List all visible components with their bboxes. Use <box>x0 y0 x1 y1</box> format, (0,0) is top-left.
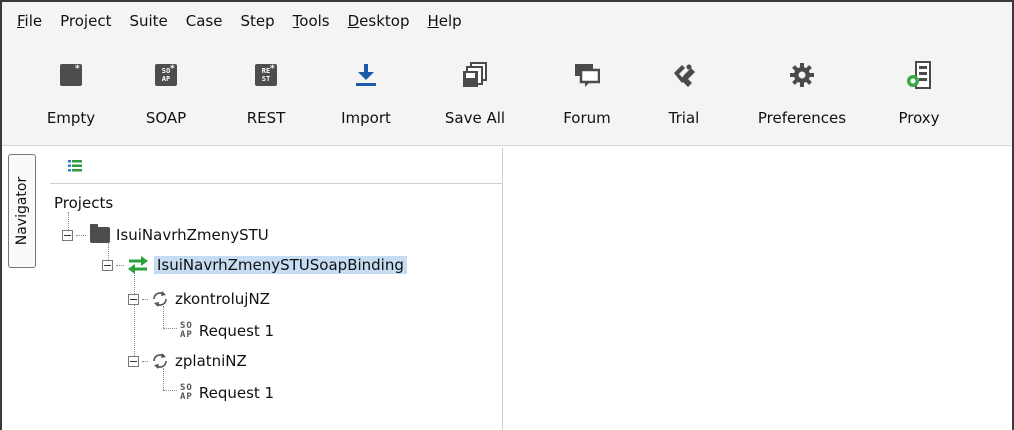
editor-area <box>504 148 1012 430</box>
soap-button[interactable]: * SO AP SOAP <box>136 40 196 146</box>
folder-icon <box>90 224 110 243</box>
empty-project-icon: * <box>55 59 87 91</box>
tree-item-operation[interactable]: zkontrolujNZ <box>128 284 270 314</box>
proxy-button[interactable]: Proxy <box>886 40 952 146</box>
speech-bubbles-icon <box>571 59 603 91</box>
operation-cycle-icon <box>153 353 167 369</box>
collapse-toggle[interactable] <box>128 355 139 367</box>
navigator-toolbar <box>50 148 503 184</box>
save-all-button[interactable]: Save All <box>430 40 520 146</box>
trial-icon <box>668 59 700 91</box>
collapse-toggle[interactable] <box>62 229 73 241</box>
collapse-toggle[interactable] <box>128 293 139 305</box>
menu-help[interactable]: Help <box>418 2 470 40</box>
operation-cycle-icon <box>153 291 167 307</box>
main-toolbar: * Empty * SO AP SOAP * RE ST REST Import… <box>2 40 1012 146</box>
rest-button[interactable]: * RE ST REST <box>236 40 296 146</box>
navigator-panel: Projects IsuiNavrhZmenySTU IsuiNavrhZmen… <box>50 148 503 430</box>
menu-step[interactable]: Step <box>231 2 283 40</box>
soap-request-icon: SO AP <box>180 321 193 340</box>
tree-item-binding[interactable]: IsuiNavrhZmenySTUSoapBinding <box>102 250 407 280</box>
menu-bar: File Project Suite Case Step Tools Deskt… <box>2 2 1012 40</box>
menu-project[interactable]: Project <box>51 2 120 40</box>
empty-button[interactable]: * Empty <box>36 40 106 146</box>
preferences-button[interactable]: Preferences <box>742 40 862 146</box>
menu-tools[interactable]: Tools <box>284 2 339 40</box>
forum-button[interactable]: Forum <box>552 40 622 146</box>
soap-request-icon: SO AP <box>180 383 193 402</box>
save-all-icon <box>459 59 491 91</box>
menu-case[interactable]: Case <box>177 2 232 40</box>
interface-binding-icon <box>128 256 148 274</box>
application-window: File Project Suite Case Step Tools Deskt… <box>0 0 1014 430</box>
list-view-icon[interactable] <box>68 160 82 172</box>
trial-button[interactable]: Trial <box>654 40 714 146</box>
menu-desktop[interactable]: Desktop <box>339 2 419 40</box>
tree-item-request[interactable]: SO AP Request 1 <box>180 378 274 408</box>
import-button[interactable]: Import <box>328 40 404 146</box>
tree-root-projects[interactable]: Projects <box>54 188 113 218</box>
proxy-server-icon <box>903 59 935 91</box>
rest-project-icon: * RE ST <box>250 59 282 91</box>
collapse-toggle[interactable] <box>102 259 113 271</box>
tree-item-request[interactable]: SO AP Request 1 <box>180 316 274 346</box>
tree-item-project[interactable]: IsuiNavrhZmenySTU <box>62 220 269 250</box>
gear-icon <box>786 59 818 91</box>
tree-item-operation[interactable]: zplatniNZ <box>128 346 247 376</box>
navigator-tab[interactable]: Navigator <box>8 154 36 268</box>
menu-file[interactable]: File <box>8 2 51 40</box>
soap-project-icon: * SO AP <box>150 59 182 91</box>
download-arrow-icon <box>350 59 382 91</box>
menu-suite[interactable]: Suite <box>120 2 176 40</box>
